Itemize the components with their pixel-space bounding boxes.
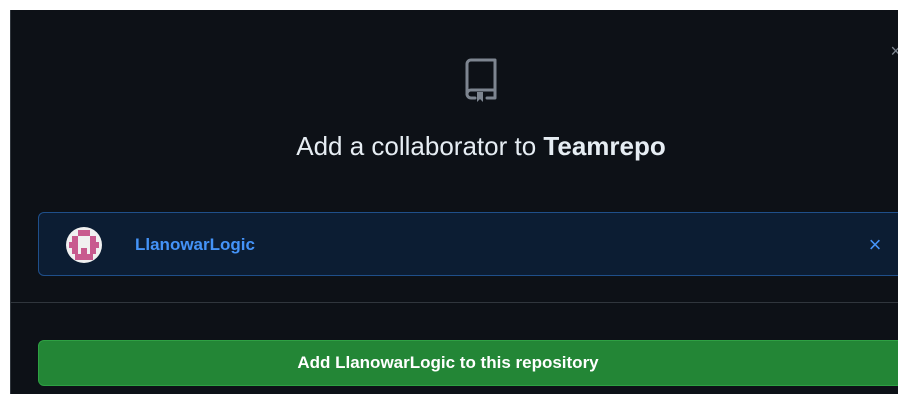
screen: × Add a collaborator to Teamrepo: [0, 0, 898, 394]
dialog-title: Add a collaborator to Teamrepo: [11, 128, 898, 164]
add-collaborator-dialog: × Add a collaborator to Teamrepo: [10, 10, 898, 394]
repo-name: Teamrepo: [543, 131, 666, 161]
remove-user-icon[interactable]: ×: [863, 233, 887, 257]
add-collaborator-button[interactable]: Add LlanowarLogic to this repository: [38, 340, 898, 386]
repo-icon: [465, 58, 497, 102]
title-prefix: Add a collaborator to: [296, 131, 544, 161]
selected-user-row: LlanowarLogic ×: [38, 212, 898, 276]
avatar: [66, 227, 102, 263]
divider: [11, 302, 898, 303]
selected-username[interactable]: LlanowarLogic: [135, 233, 255, 257]
close-icon[interactable]: ×: [890, 42, 898, 60]
